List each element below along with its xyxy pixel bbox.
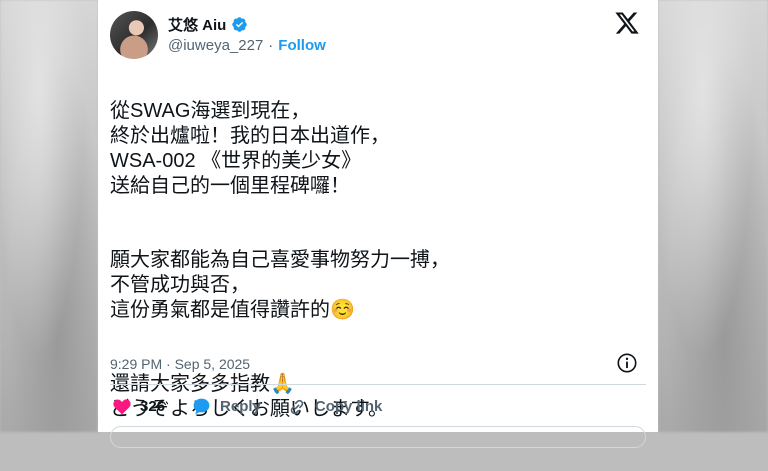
- tweet-paragraph-1: 從SWAG海選到現在， 終於出爐啦！我的日本出道作， WSA-002 《世界的美…: [110, 100, 390, 197]
- tweet-paragraph-2: 願大家都能為自己喜愛事物努力一搏， 不管成功與否， 這份勇氣都是值得讚許的☺️: [110, 248, 640, 323]
- copy-link-label: Copy link: [314, 398, 383, 415]
- like-button[interactable]: 326: [112, 397, 165, 417]
- copy-link-button[interactable]: Copy link: [287, 397, 383, 417]
- heart-icon: [113, 398, 131, 414]
- tweet-timestamp[interactable]: 9:29 PM · Sep 5, 2025: [110, 356, 250, 372]
- read-replies-button[interactable]: [110, 426, 646, 448]
- handle-separator: ·: [268, 37, 274, 54]
- divider: [110, 384, 646, 385]
- blurred-background-right: [658, 0, 768, 432]
- speech-bubble-icon: [193, 398, 210, 415]
- blurred-background-left: [0, 0, 98, 432]
- tweet-card: 艾悠 Aiu @iuweya_227 · Follow 從SWAG海選到現在， …: [98, 0, 658, 448]
- tweet-actions: 326 Reply Copy link: [112, 396, 382, 417]
- blushing-face-emoji: ☺️: [330, 299, 355, 321]
- link-icon: [290, 399, 304, 414]
- author-name[interactable]: 艾悠 Aiu: [168, 14, 226, 35]
- like-count: 326: [140, 398, 166, 415]
- author-handle[interactable]: @iuweya_227: [168, 37, 263, 54]
- author-handle-row: @iuweya_227 · Follow: [168, 37, 326, 54]
- verified-badge-icon: [232, 17, 248, 32]
- reply-button[interactable]: Reply: [191, 396, 261, 417]
- avatar[interactable]: [110, 11, 158, 59]
- info-icon[interactable]: [616, 352, 638, 374]
- follow-button[interactable]: Follow: [278, 37, 326, 54]
- x-logo-icon[interactable]: [614, 10, 640, 36]
- tweet-paragraph-2-text: 願大家都能為自己喜愛事物努力一搏， 不管成功與否， 這份勇氣都是值得讚許的: [110, 249, 450, 321]
- author-name-row: 艾悠 Aiu: [168, 14, 248, 35]
- reply-label: Reply: [220, 398, 261, 415]
